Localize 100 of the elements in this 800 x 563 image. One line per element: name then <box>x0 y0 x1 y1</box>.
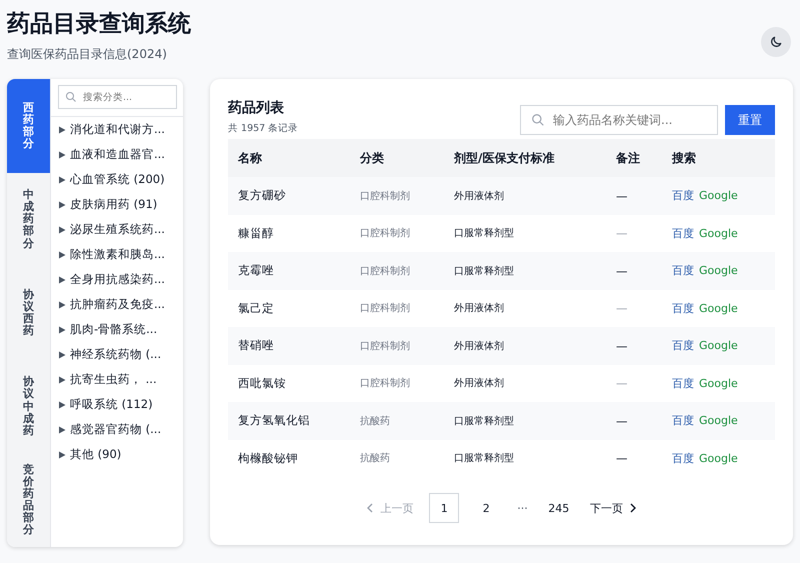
category-item[interactable]: 泌尿生殖系统药... <box>51 217 183 242</box>
form-cell: 口服常释剂型 <box>444 440 606 477</box>
search-link[interactable]: 百度 <box>672 264 694 278</box>
page-subtitle: 查询医保药品目录信息(2024) <box>7 46 168 63</box>
search-link[interactable]: Google <box>699 264 738 278</box>
drug-name-cell: 克霉唑 <box>228 252 350 290</box>
category-cell: 口腔科制剂 <box>350 177 444 214</box>
search-link[interactable]: 百度 <box>672 376 694 390</box>
section-tab[interactable]: 中成药部分 <box>7 172 50 266</box>
category-item[interactable]: 全身用抗感染药... <box>51 267 183 292</box>
page-button[interactable]: 2 <box>471 493 502 523</box>
form-cell: 外用液体剂 <box>444 290 606 327</box>
search-icon <box>65 91 77 103</box>
page-button[interactable]: 1 <box>429 493 460 523</box>
category-item[interactable]: 除性激素和胰岛... <box>51 242 183 267</box>
column-header: 备注 <box>606 139 662 177</box>
search-link[interactable]: Google <box>699 339 738 352</box>
form-cell: 口服常释剂型 <box>444 402 606 440</box>
form-cell: 外用液体剂 <box>444 364 606 402</box>
note-cell: — <box>606 327 662 364</box>
search-link[interactable]: Google <box>699 302 738 315</box>
search-link[interactable]: 百度 <box>672 226 694 240</box>
search-link[interactable]: Google <box>699 414 738 428</box>
list-title: 药品列表 <box>228 99 285 117</box>
search-link[interactable]: 百度 <box>672 302 694 315</box>
search-link[interactable]: Google <box>699 189 738 202</box>
category-label: 其他 (90) <box>70 447 122 462</box>
chevron-left-icon <box>366 503 374 513</box>
category-cell: 口腔科制剂 <box>350 252 444 290</box>
category-item[interactable]: 肌肉-骨骼系统... <box>51 317 183 342</box>
drug-name-cell: 糠甾醇 <box>228 214 350 252</box>
section-tab[interactable]: 竞价药品部分 <box>7 453 50 547</box>
category-item[interactable]: 血液和造血器官... <box>51 142 183 167</box>
category-item[interactable]: 其他 (90) <box>51 442 183 467</box>
category-label: 抗寄生虫药， ... <box>70 372 157 387</box>
category-label: 泌尿生殖系统药... <box>70 222 165 237</box>
category-label: 全身用抗感染药... <box>70 272 165 287</box>
drug-name-cell: 复方硼砂 <box>228 177 350 214</box>
search-link[interactable]: Google <box>699 376 738 390</box>
note-cell: — <box>606 290 662 327</box>
search-icon <box>531 113 545 127</box>
form-cell: 外用液体剂 <box>444 327 606 364</box>
page-button[interactable]: 245 <box>544 493 574 523</box>
search-link[interactable]: 百度 <box>672 452 694 465</box>
category-label: 呼吸系统 (112) <box>70 397 153 412</box>
category-label: 神经系统药物 (... <box>70 347 162 362</box>
category-item[interactable]: 心血管系统 (200) <box>51 167 183 192</box>
category-label: 抗肿瘤药及免疫... <box>70 297 165 312</box>
drug-name-cell: 复方氢氧化铝 <box>228 402 350 440</box>
category-search-field[interactable]: 搜索分类... <box>58 85 177 109</box>
category-cell: 口腔科制剂 <box>350 214 444 252</box>
category-item[interactable]: 消化道和代谢方... <box>51 117 183 142</box>
column-header: 搜索 <box>662 139 775 177</box>
category-label: 血液和造血器官... <box>70 147 165 162</box>
drug-name-cell: 替硝唑 <box>228 327 350 364</box>
drug-name-cell: 氯己定 <box>228 290 350 327</box>
category-label: 消化道和代谢方... <box>70 122 165 137</box>
next-page-button[interactable]: 下一页 <box>586 500 641 516</box>
category-label: 除性激素和胰岛... <box>70 247 165 262</box>
column-header: 剂型/医保支付标准 <box>444 139 606 177</box>
category-item[interactable]: 神经系统药物 (... <box>51 342 183 367</box>
search-link[interactable]: 百度 <box>672 414 694 428</box>
section-tab[interactable]: 协议西药 <box>7 266 50 360</box>
category-item[interactable]: 抗肿瘤药及免疫... <box>51 292 183 317</box>
column-header: 名称 <box>228 139 350 177</box>
category-label: 心血管系统 (200) <box>70 172 165 187</box>
chevron-right-icon <box>628 503 637 513</box>
category-item[interactable]: 感觉器官药物 (... <box>51 417 183 442</box>
category-label: 皮肤病用药 (91) <box>70 197 158 212</box>
section-tab[interactable]: 西药部分 <box>7 79 50 173</box>
category-label: 肌肉-骨骼系统... <box>70 322 158 337</box>
search-link[interactable]: 百度 <box>672 339 694 352</box>
record-count: 共 1957 条记录 <box>228 122 298 135</box>
note-cell: — <box>606 364 662 402</box>
form-cell: 外用液体剂 <box>444 177 606 214</box>
category-cell: 口腔科制剂 <box>350 327 444 364</box>
drug-search-field[interactable]: 输入药品名称关键词... <box>520 105 718 135</box>
form-cell: 口服常释剂型 <box>444 252 606 290</box>
note-cell: — <box>606 214 662 252</box>
category-item[interactable]: 呼吸系统 (112) <box>51 392 183 417</box>
search-link[interactable]: Google <box>699 226 738 240</box>
page-ellipsis: ··· <box>516 502 529 514</box>
note-cell: — <box>606 252 662 290</box>
note-cell: — <box>606 440 662 477</box>
reset-button[interactable]: 重置 <box>725 105 775 135</box>
form-cell: 口服常释剂型 <box>444 214 606 252</box>
page-title: 药品目录查询系统 <box>7 10 191 39</box>
category-label: 感觉器官药物 (... <box>70 422 162 437</box>
search-link[interactable]: 百度 <box>672 189 694 202</box>
category-cell: 抗酸药 <box>350 402 444 440</box>
category-item[interactable]: 抗寄生虫药， ... <box>51 367 183 392</box>
theme-toggle-button[interactable] <box>761 27 791 57</box>
column-header: 分类 <box>350 139 444 177</box>
section-tab[interactable]: 协议中成药 <box>7 360 50 454</box>
search-link[interactable]: Google <box>699 452 738 465</box>
drug-name-cell: 枸橼酸铋钾 <box>228 440 350 477</box>
category-item[interactable]: 皮肤病用药 (91) <box>51 192 183 217</box>
moon-icon <box>769 35 783 49</box>
drug-name-cell: 西吡氯铵 <box>228 364 350 402</box>
note-cell: — <box>606 177 662 214</box>
